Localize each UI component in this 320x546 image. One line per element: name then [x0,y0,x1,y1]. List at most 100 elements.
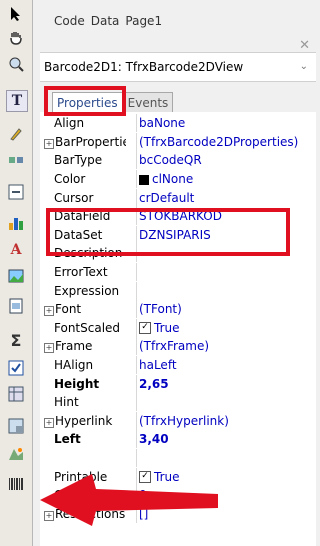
property-value[interactable]: STOKBARKOD [136,207,316,226]
image-tool-icon[interactable] [6,266,26,286]
property-value[interactable]: clNone [136,170,316,189]
property-row[interactable]: + Font (TFont) [40,300,316,319]
picture-tool-icon[interactable] [6,182,26,202]
tab-page1[interactable]: Page1 [125,14,162,28]
expand-icon[interactable]: + [44,510,54,521]
property-name-text: Height [54,376,100,391]
expand-icon[interactable]: + [44,343,54,354]
zoom-tool-icon[interactable] [6,54,26,74]
property-name-text: QuietZone [54,488,118,503]
table-tool-icon[interactable] [6,384,26,404]
property-value-text: DZNSIPARIS [139,227,211,242]
property-value-text: (TfrxHyperlink) [139,413,229,428]
property-value[interactable]: [] [136,504,316,523]
property-value[interactable]: baNone [136,114,316,133]
property-row[interactable]: DataSet DZNSIPARIS [40,225,316,245]
subreport-tool-icon[interactable] [6,296,26,316]
property-row[interactable] [40,449,316,468]
hand-tool-icon[interactable] [6,27,26,47]
brush-tool-icon[interactable] [6,124,26,144]
property-row[interactable]: Align baNone [40,114,316,133]
property-value[interactable]: 0 [136,486,316,505]
tab-data[interactable]: Data [91,14,120,28]
chevron-down-icon[interactable]: ⌄ [300,61,308,72]
property-row[interactable]: Cursor crDefault [40,188,316,207]
property-row[interactable]: Expression [40,281,316,300]
map-tool-icon[interactable] [6,444,26,464]
property-row[interactable]: Hint [40,393,316,412]
property-value[interactable]: (TFont) [136,300,316,319]
expand-icon[interactable]: + [44,306,54,317]
rich-text-tool-icon[interactable]: A [6,240,26,260]
property-name: + Font [44,302,126,317]
tab-events[interactable]: Events [122,92,174,113]
property-name: Left [54,432,136,446]
property-row[interactable]: Left 3,40 [40,430,316,449]
property-value[interactable] [136,449,316,468]
tab-properties[interactable]: Properties [52,92,123,113]
property-value[interactable] [136,393,316,412]
property-value[interactable]: (TfrxBarcode2DProperties) [136,132,316,151]
object-selector[interactable]: Barcode2D1: TfrxBarcode2DView ⌄ [40,52,316,82]
property-name-text: Cursor [54,190,94,205]
property-row[interactable]: DataField STOKBARKOD [40,207,316,226]
checkbox-icon[interactable]: ✓ [139,471,151,484]
property-value[interactable]: ✓ True [136,318,316,337]
property-row[interactable]: Description [40,244,316,263]
property-value[interactable]: DZNSIPARIS [136,225,316,244]
property-value[interactable]: (TfrxHyperlink) [136,411,316,430]
property-row[interactable]: Height 2,65 [40,374,316,393]
property-row[interactable]: BarType bcCodeQR [40,151,316,170]
property-value[interactable]: ✓ True [136,467,316,486]
property-name-text: Hint [54,395,79,410]
property-name: Height [54,377,136,391]
property-value-text: (TfrxFrame) [139,339,210,354]
property-row[interactable]: + Restrictions [] [40,504,316,524]
property-row[interactable]: HAlign haLeft [40,356,316,375]
expand-icon[interactable]: + [44,417,54,428]
cross-tab-tool-icon[interactable] [6,416,26,436]
color-swatch [139,174,149,185]
property-value[interactable]: crDefault [136,188,316,207]
property-name: Description [54,246,136,260]
property-value[interactable]: haLeft [136,356,316,375]
property-name-text: Hyperlink [55,413,113,428]
property-value[interactable]: bcCodeQR [136,151,316,170]
property-value[interactable]: 2,65 [136,374,316,393]
property-value-text: crDefault [139,190,195,205]
property-name-text: DataSet [54,227,103,242]
property-value[interactable] [136,263,316,282]
property-value[interactable] [136,281,316,300]
sigma-tool-icon[interactable]: Σ [6,330,26,350]
property-name: DataSet [54,228,136,242]
text-tool-icon[interactable]: T [6,90,28,112]
property-row[interactable]: QuietZone 0 [40,486,316,505]
property-value[interactable]: (TfrxFrame) [136,337,316,356]
expand-icon[interactable]: + [44,138,54,149]
property-value[interactable]: 3,40 [136,430,316,449]
pointer-tool-icon[interactable] [6,4,26,24]
barcode-tool-icon[interactable] [6,474,26,494]
property-value-text: bcCodeQR [139,153,202,168]
property-row[interactable]: Color clNone [40,170,316,189]
property-name-text: Expression [54,283,120,298]
property-name: Cursor [54,191,136,205]
property-row[interactable]: FontScaled ✓ True [40,318,316,338]
property-name: Hint [54,395,136,409]
property-value[interactable] [136,244,316,263]
align-tool-icon[interactable] [6,150,26,170]
checkbox-icon[interactable]: ✓ [139,322,151,335]
property-row[interactable]: Printable ✓ True [40,467,316,486]
property-name: +BarProperties [44,135,126,149]
checkbox-tool-icon[interactable] [6,358,26,378]
property-row[interactable]: ErrorText [40,263,316,282]
property-row[interactable]: +BarProperties (TfrxBarcode2DProperties) [40,132,316,152]
property-name-text: Description [54,246,123,261]
close-icon[interactable]: ✕ [299,38,310,53]
property-value-text: STOKBARKOD [139,209,222,224]
property-name: Color [54,172,136,186]
property-row[interactable]: + Frame (TfrxFrame) [40,337,316,356]
chart-tool-icon[interactable] [6,213,26,233]
property-row[interactable]: + Hyperlink (TfrxHyperlink) [40,411,316,431]
tab-code[interactable]: Code [54,14,85,28]
